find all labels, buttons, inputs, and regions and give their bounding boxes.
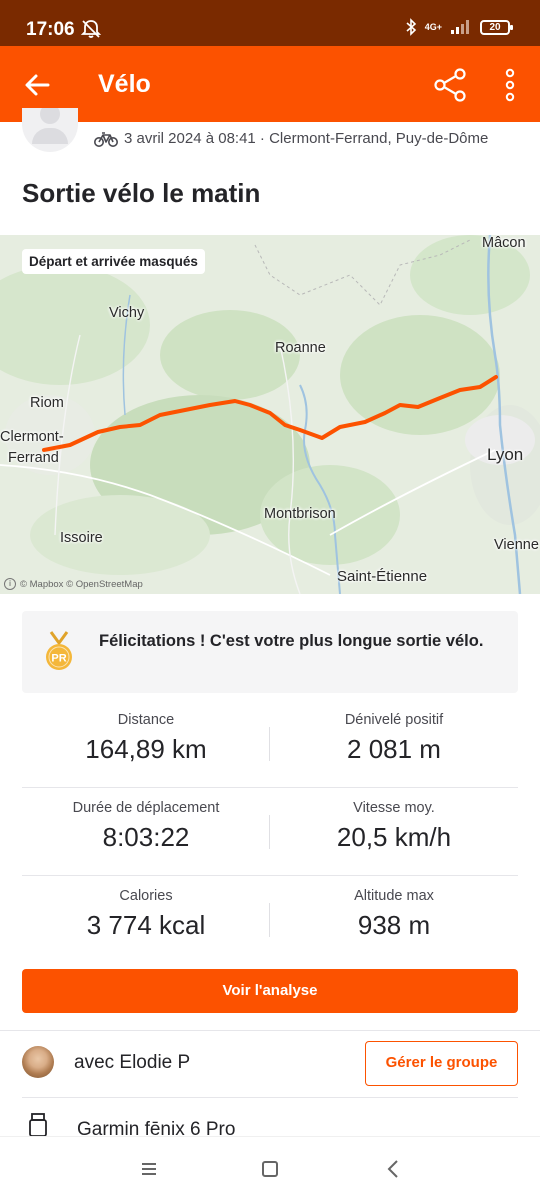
status-bar: 17:06 4G+ 20 [0, 0, 540, 46]
map-label-clermont-2: Ferrand [8, 450, 59, 466]
stat-value: 2 081 m [347, 734, 441, 764]
achievement-text: Félicitations ! C'est votre plus longue … [99, 632, 484, 650]
map-label-clermont-1: Clermont- [0, 429, 64, 445]
pr-badge-text: PR [51, 653, 66, 665]
watch-icon [29, 1113, 47, 1136]
stat-label: Dénivelé positif [344, 712, 444, 728]
device-name: Garmin fēnix 6 Pro [77, 1119, 236, 1136]
stat-label: Calories [119, 888, 173, 904]
stats-grid: Distance 164,89 km Dénivelé positif 2 08… [22, 700, 518, 964]
map-label-vichy: Vichy [109, 305, 145, 321]
stats-row: Calories 3 774 kcal Altitude max 938 m [22, 876, 518, 964]
status-time: 17:06 [26, 19, 75, 40]
map-label-macon: Mâcon [482, 235, 526, 251]
more-vertical-icon[interactable] [498, 66, 522, 104]
home-icon[interactable] [258, 1157, 282, 1181]
map-attribution-text: © Mapbox © OpenStreetMap [20, 578, 143, 590]
map-label-roanne: Roanne [275, 340, 326, 356]
map-label-issoire: Issoire [60, 530, 103, 546]
stat-distance: Distance 164,89 km [22, 700, 270, 788]
stat-max-elevation: Altitude max 938 m [270, 876, 518, 964]
back-arrow-icon[interactable] [22, 70, 52, 100]
stat-elevation-gain: Dénivelé positif 2 081 m [270, 700, 518, 788]
manage-group-button[interactable]: Gérer le groupe [365, 1041, 518, 1086]
view-analysis-button[interactable]: Voir l'analyse [22, 969, 518, 1013]
stat-calories: Calories 3 774 kcal [22, 876, 270, 964]
mute-icon [80, 20, 102, 38]
status-right: 4G+ 20 [405, 18, 513, 36]
activity-meta: 3 avril 2024 à 08:41 · Clermont-Ferrand,… [0, 108, 540, 162]
device-row: Garmin fēnix 6 Pro [0, 1098, 540, 1136]
map-label-riom: Riom [30, 395, 64, 411]
map-attribution[interactable]: i © Mapbox © OpenStreetMap [4, 578, 143, 590]
achievement-card: PR Félicitations ! C'est votre plus long… [22, 611, 518, 693]
stat-value: 3 774 kcal [86, 910, 206, 940]
map-label-saint-etienne: Saint-Étienne [337, 568, 428, 585]
recents-icon[interactable] [137, 1157, 161, 1181]
map-label-vienne: Vienne [494, 537, 539, 553]
stat-value: 20,5 km/h [336, 822, 452, 852]
system-nav-bar [0, 1136, 540, 1200]
route-map[interactable]: Départ et arrivée masqués Mâcon Vichy Ro… [0, 235, 540, 594]
stat-value: 938 m [357, 910, 431, 940]
stat-label: Altitude max [354, 888, 434, 904]
privacy-badge: Départ et arrivée masqués [22, 249, 205, 274]
map-label-lyon: Lyon [487, 445, 524, 464]
network-type: 4G+ [424, 21, 442, 32]
activity-title: Sortie vélo le matin [22, 178, 261, 208]
bike-icon [94, 132, 118, 147]
page-title: Vélo [98, 70, 151, 98]
group-row[interactable]: avec Elodie P Gérer le groupe [0, 1031, 540, 1097]
signal-icon [451, 20, 469, 34]
stat-value: 164,89 km [85, 734, 207, 764]
stat-label: Vitesse moy. [353, 800, 435, 816]
athlete-avatar[interactable] [22, 108, 78, 152]
battery-icon: 20 [480, 19, 513, 35]
app-bar: Vélo [0, 46, 540, 122]
stat-avg-speed: Vitesse moy. 20,5 km/h [270, 788, 518, 876]
map-label-montbrison: Montbrison [264, 506, 336, 522]
stats-row: Durée de déplacement 8:03:22 Vitesse moy… [22, 788, 518, 876]
group-text: avec Elodie P [74, 1052, 191, 1073]
info-icon[interactable]: i [4, 578, 16, 590]
stat-label: Distance [117, 712, 175, 728]
stat-moving-time: Durée de déplacement 8:03:22 [22, 788, 270, 876]
back-icon[interactable] [382, 1157, 406, 1181]
stat-value: 8:03:22 [102, 822, 190, 852]
group-member-avatar[interactable] [22, 1046, 54, 1078]
stat-label: Durée de déplacement [72, 800, 220, 816]
bluetooth-icon [406, 18, 416, 36]
activity-date-location: 3 avril 2024 à 08:41 · Clermont-Ferrand,… [124, 130, 489, 147]
battery-level: 20 [489, 21, 501, 33]
share-icon[interactable] [432, 66, 470, 104]
stats-row: Distance 164,89 km Dénivelé positif 2 08… [22, 700, 518, 788]
pr-medal-icon: PR [46, 631, 72, 670]
